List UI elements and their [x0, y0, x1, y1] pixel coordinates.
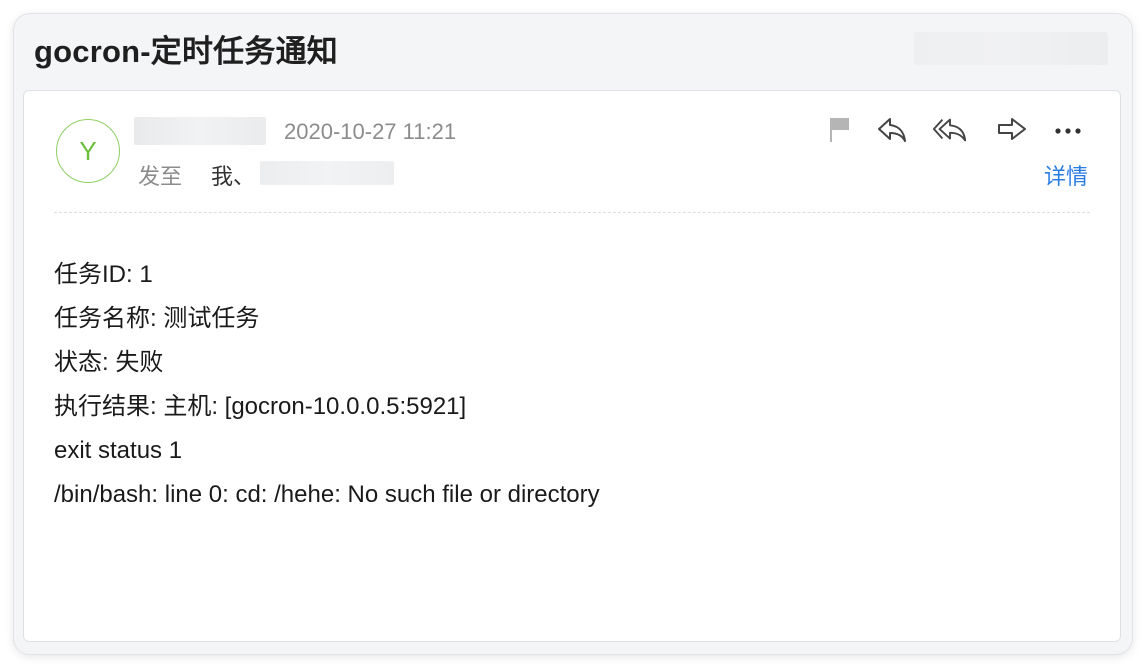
recipient-me: 我、 [211, 164, 256, 189]
sender-name-redacted [134, 117, 266, 145]
forward-icon [998, 118, 1026, 140]
reply-icon [878, 118, 906, 142]
recipients-label: 发至 [138, 164, 183, 189]
email-card: Y 2020-10-27 11:21 发至 我、 详情 任务ID: 1 任务名称… [23, 90, 1121, 642]
recipients-redacted [260, 161, 394, 185]
reply-all-icon [932, 118, 967, 142]
body-line-task-name: 任务名称: 测试任务 [54, 305, 260, 332]
flag-icon [830, 118, 849, 142]
body-line-task-id: 任务ID: 1 [54, 261, 153, 288]
avatar-initial: Y [79, 135, 97, 166]
reply-button[interactable] [874, 113, 910, 147]
reply-all-button[interactable] [932, 113, 968, 147]
body-line-result: 执行结果: 主机: [gocron-10.0.0.5:5921] [54, 393, 467, 420]
email-date: 2020-10-27 11:21 [284, 119, 457, 144]
body-line-status: 状态: 失败 [54, 349, 164, 376]
sender-avatar[interactable]: Y [56, 119, 120, 183]
email-subject: gocron-定时任务通知 [34, 34, 338, 69]
email-toolbar [822, 113, 1092, 147]
body-line-error: /bin/bash: line 0: cd: /hehe: No such fi… [54, 481, 600, 508]
more-icon [1055, 128, 1081, 134]
flag-button[interactable] [822, 113, 858, 147]
body-line-exit-status: exit status 1 [54, 437, 183, 464]
redacted-area [914, 32, 1108, 65]
header-divider [54, 212, 1090, 213]
more-button[interactable] [1050, 113, 1086, 147]
mail-window: gocron-定时任务通知 Y 2020-10-27 11:21 发至 我、 详… [14, 14, 1132, 654]
email-body: 任务ID: 1 任务名称: 测试任务 状态: 失败 执行结果: 主机: [goc… [54, 253, 600, 517]
details-link[interactable]: 详情 [1044, 159, 1088, 191]
forward-button[interactable] [994, 113, 1030, 147]
